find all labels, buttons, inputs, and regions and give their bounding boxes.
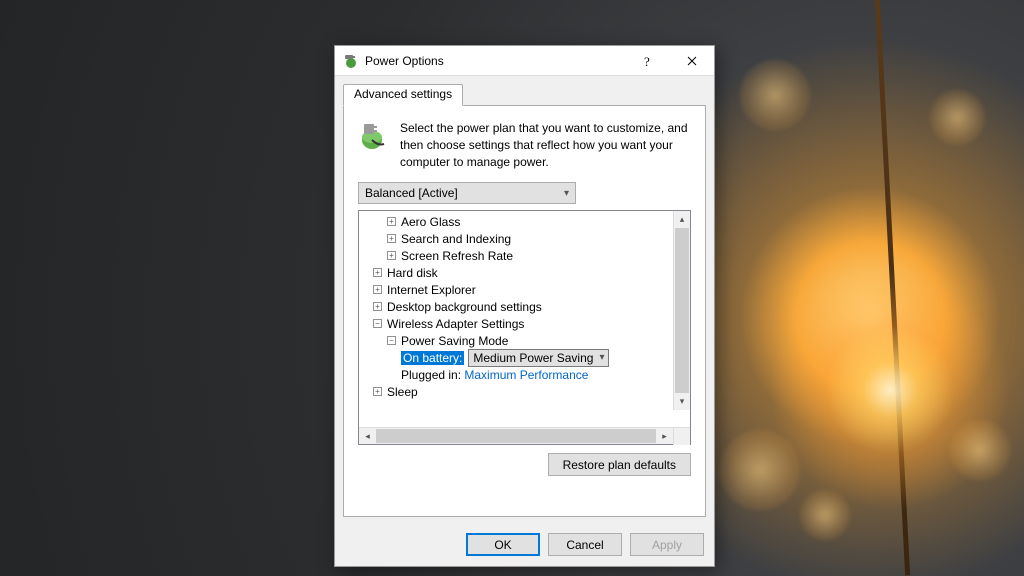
- on-battery-value: Medium Power Saving: [473, 351, 593, 365]
- expand-icon[interactable]: +: [373, 268, 382, 277]
- ok-button[interactable]: OK: [466, 533, 540, 556]
- tab-strip: Advanced settings: [343, 84, 706, 106]
- scroll-up-arrow[interactable]: ▴: [674, 211, 690, 228]
- chevron-down-icon: ▾: [564, 188, 569, 199]
- power-options-icon: [343, 53, 359, 69]
- chevron-down-icon: ▾: [599, 352, 604, 363]
- collapse-icon[interactable]: −: [373, 319, 382, 328]
- titlebar[interactable]: Power Options ?: [335, 46, 714, 76]
- tree-item-on-battery[interactable]: On battery: Medium Power Saving ▾: [359, 349, 690, 366]
- on-battery-dropdown[interactable]: Medium Power Saving ▾: [468, 349, 609, 367]
- window-title: Power Options: [365, 54, 444, 68]
- intro-block: Select the power plan that you want to c…: [358, 120, 691, 170]
- tree-item-wireless-adapter[interactable]: −Wireless Adapter Settings: [359, 315, 690, 332]
- horizontal-scrollbar[interactable]: ◂ ▸: [359, 427, 690, 444]
- battery-plug-icon: [358, 120, 390, 152]
- tab-panel: Select the power plan that you want to c…: [343, 106, 706, 517]
- expand-icon[interactable]: +: [387, 251, 396, 260]
- tree-item-internet-explorer[interactable]: +Internet Explorer: [359, 281, 690, 298]
- cancel-button[interactable]: Cancel: [548, 533, 622, 556]
- plugged-in-label: Plugged in:: [401, 368, 461, 382]
- expand-icon[interactable]: +: [387, 234, 396, 243]
- expand-icon[interactable]: +: [373, 285, 382, 294]
- tree-item-hard-disk[interactable]: +Hard disk: [359, 264, 690, 281]
- collapse-icon[interactable]: −: [387, 336, 396, 345]
- apply-button: Apply: [630, 533, 704, 556]
- horizontal-scroll-thumb[interactable]: [376, 429, 656, 443]
- tree-item-desktop-bg[interactable]: +Desktop background settings: [359, 298, 690, 315]
- horizontal-track[interactable]: [376, 428, 656, 444]
- dialog-footer: OK Cancel Apply: [335, 525, 714, 566]
- vertical-scroll-thumb[interactable]: [675, 228, 689, 393]
- close-button[interactable]: [670, 46, 714, 76]
- svg-text:?: ?: [644, 54, 650, 68]
- restore-plan-defaults-button[interactable]: Restore plan defaults: [548, 453, 691, 476]
- on-battery-label: On battery:: [401, 351, 464, 365]
- tree-item-aero-glass[interactable]: +Aero Glass: [359, 213, 690, 230]
- power-plan-selected: Balanced [Active]: [365, 186, 458, 200]
- wallpaper-decor: [720, 430, 800, 510]
- settings-tree: +Aero Glass +Search and Indexing +Screen…: [358, 210, 691, 445]
- power-plan-dropdown[interactable]: Balanced [Active] ▾: [358, 182, 576, 204]
- tree-item-power-saving-mode[interactable]: −Power Saving Mode: [359, 332, 690, 349]
- tab-advanced-settings[interactable]: Advanced settings: [343, 84, 463, 106]
- intro-text: Select the power plan that you want to c…: [400, 120, 691, 170]
- tree-item-search-indexing[interactable]: +Search and Indexing: [359, 230, 690, 247]
- plugged-in-value[interactable]: Maximum Performance: [464, 368, 588, 382]
- wallpaper-decor: [800, 490, 850, 540]
- wallpaper-decor: [875, 0, 910, 575]
- expand-icon[interactable]: +: [373, 302, 382, 311]
- vertical-scrollbar[interactable]: ▴ ▾: [673, 211, 690, 410]
- scroll-right-arrow[interactable]: ▸: [656, 428, 673, 445]
- scroll-left-arrow[interactable]: ◂: [359, 428, 376, 445]
- wallpaper-decor: [930, 90, 985, 145]
- desktop-wallpaper: Power Options ? Advanced settings: [0, 0, 1024, 576]
- tree-item-plugged-in[interactable]: Plugged in: Maximum Performance: [359, 366, 690, 383]
- tree-item-sleep[interactable]: +Sleep: [359, 383, 690, 400]
- power-options-dialog: Power Options ? Advanced settings: [334, 45, 715, 567]
- expand-icon[interactable]: +: [373, 387, 382, 396]
- expand-icon[interactable]: +: [387, 217, 396, 226]
- wallpaper-decor: [950, 420, 1010, 480]
- tree-item-screen-refresh[interactable]: +Screen Refresh Rate: [359, 247, 690, 264]
- scroll-corner: [673, 428, 690, 445]
- help-button[interactable]: ?: [626, 46, 670, 76]
- scroll-down-arrow[interactable]: ▾: [674, 393, 690, 410]
- tree-viewport: +Aero Glass +Search and Indexing +Screen…: [359, 211, 690, 427]
- wallpaper-decor: [740, 60, 810, 130]
